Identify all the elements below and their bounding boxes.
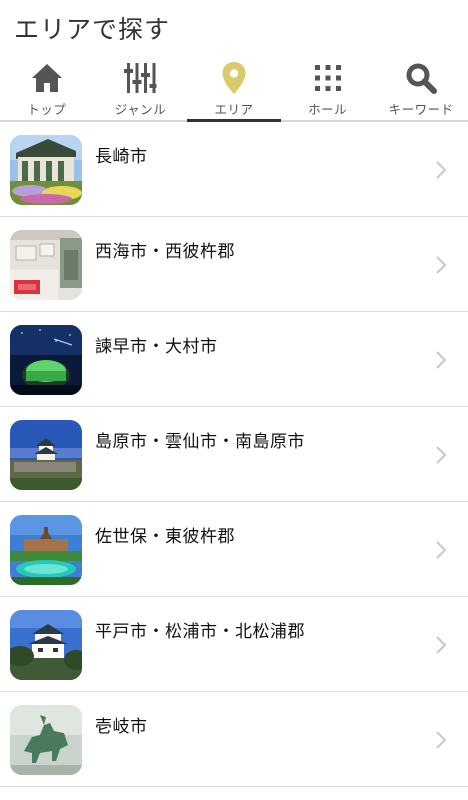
tab-bar: トップ ジャンル エリア ホール キーワード: [0, 58, 468, 122]
map-pin-icon: [221, 60, 247, 96]
chevron-right-icon: [436, 731, 447, 749]
museum-interior-photo: [10, 230, 82, 300]
tab-label: ジャンル: [114, 102, 167, 117]
area-name: 壱岐市: [95, 717, 148, 737]
area-row-shimabara[interactable]: 島原市・雲仙市・南島原市: [0, 407, 468, 502]
area-list: 長崎市 西海市・西彼杵郡 諫早市・大村市 島原市・雲仙市・南島原市 佐世保・東彼…: [0, 122, 468, 787]
chevron-right-icon: [436, 256, 447, 274]
area-name: 島原市・雲仙市・南島原市: [95, 432, 305, 452]
area-name: 西海市・西彼杵郡: [95, 242, 235, 262]
chevron-right-icon: [436, 541, 447, 559]
hirado-castle-photo: [10, 610, 82, 680]
area-row-iki[interactable]: 壱岐市: [0, 692, 468, 787]
chevron-right-icon: [436, 446, 447, 464]
chevron-right-icon: [436, 636, 447, 654]
home-icon: [30, 60, 64, 96]
area-name: 佐世保・東彼杵郡: [95, 527, 235, 547]
tab-genre[interactable]: ジャンル: [94, 58, 188, 120]
chevron-right-icon: [436, 351, 447, 369]
tab-top[interactable]: トップ: [0, 58, 94, 120]
area-row-hirado[interactable]: 平戸市・松浦市・北松浦郡: [0, 597, 468, 692]
sliders-icon: [123, 60, 157, 96]
tab-keyword[interactable]: キーワード: [374, 58, 468, 120]
tab-label: トップ: [27, 102, 67, 117]
planetarium-night-photo: [10, 325, 82, 395]
glover-garden-photo: [10, 135, 82, 205]
shimabara-castle-photo: [10, 420, 82, 490]
huis-ten-bosch-photo: [10, 515, 82, 585]
area-row-isahaya[interactable]: 諫早市・大村市: [0, 312, 468, 407]
tab-hall[interactable]: ホール: [281, 58, 375, 120]
tab-label: ホール: [308, 102, 348, 117]
tab-area[interactable]: エリア: [187, 58, 281, 122]
area-name: 平戸市・松浦市・北松浦郡: [95, 622, 305, 642]
search-icon: [405, 60, 438, 96]
page-title: エリアで探す: [14, 15, 171, 44]
tab-label: エリア: [214, 102, 254, 117]
tab-label: キーワード: [388, 102, 454, 117]
grid-icon: [313, 60, 343, 96]
area-name: 長崎市: [95, 147, 148, 167]
area-row-saikai[interactable]: 西海市・西彼杵郡: [0, 217, 468, 312]
horse-statue-photo: [10, 705, 82, 775]
area-row-sasebo[interactable]: 佐世保・東彼杵郡: [0, 502, 468, 597]
area-name: 諫早市・大村市: [95, 337, 218, 357]
area-row-nagasaki[interactable]: 長崎市: [0, 122, 468, 217]
chevron-right-icon: [436, 161, 447, 179]
